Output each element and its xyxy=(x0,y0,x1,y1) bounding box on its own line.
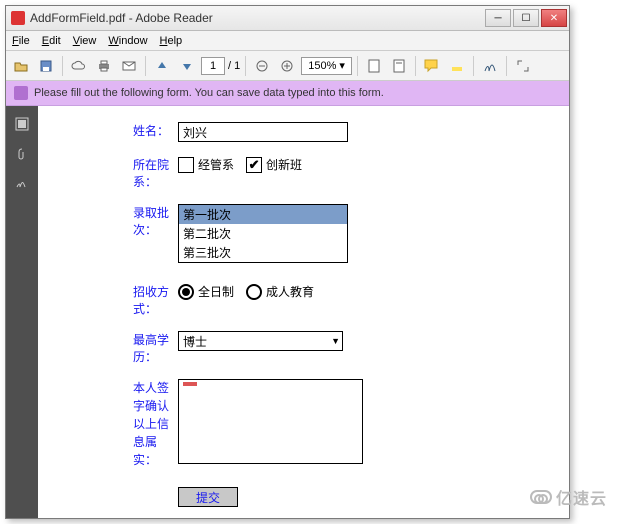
page-number-input[interactable] xyxy=(201,57,225,75)
signatures-icon[interactable] xyxy=(14,176,30,192)
sign-icon[interactable] xyxy=(479,55,501,77)
app-icon xyxy=(11,11,25,25)
dept-checkbox-1[interactable]: 经管系 xyxy=(178,156,234,173)
sidebar xyxy=(6,106,38,518)
zoom-in-icon[interactable] xyxy=(276,55,298,77)
menu-file[interactable]: File xyxy=(12,35,30,47)
highlight-icon[interactable] xyxy=(446,55,468,77)
mode-radio-2[interactable]: 成人教育 xyxy=(246,283,314,300)
comment-icon[interactable] xyxy=(421,55,443,77)
edu-label: 最高学历： xyxy=(38,331,178,365)
menu-window[interactable]: Window xyxy=(108,35,147,47)
cloud-icon[interactable] xyxy=(68,55,90,77)
zoom-select[interactable]: 150% ▾ xyxy=(301,57,352,75)
tool-icon-1[interactable] xyxy=(363,55,385,77)
batch-label: 录取批次： xyxy=(38,204,178,238)
close-button[interactable]: ✕ xyxy=(541,9,567,27)
menu-view[interactable]: View xyxy=(73,35,97,47)
caret-icon xyxy=(183,382,197,386)
page-up-icon[interactable] xyxy=(151,55,173,77)
dept-label: 所在院系： xyxy=(38,156,178,190)
chevron-down-icon: ▼ xyxy=(331,336,340,346)
submit-button[interactable]: 提交 xyxy=(178,487,238,507)
menubar: File Edit View Window Help xyxy=(6,31,569,51)
mode-radio-1[interactable]: 全日制 xyxy=(178,283,234,300)
edu-dropdown[interactable]: 博士▼ xyxy=(178,331,343,351)
name-input[interactable] xyxy=(178,122,348,142)
save-icon[interactable] xyxy=(35,55,57,77)
window-title: AddFormField.pdf - Adobe Reader xyxy=(30,11,485,25)
notice-icon xyxy=(14,86,28,100)
tool-icon-2[interactable] xyxy=(388,55,410,77)
menu-edit[interactable]: Edit xyxy=(42,35,61,47)
mode-label: 招收方式： xyxy=(38,283,178,317)
open-icon[interactable] xyxy=(10,55,32,77)
menu-help[interactable]: Help xyxy=(160,35,183,47)
name-label: 姓名： xyxy=(38,122,178,139)
maximize-button[interactable]: ☐ xyxy=(513,9,539,27)
page-total: / 1 xyxy=(228,60,240,72)
batch-listbox[interactable]: 第一批次 第二批次 第三批次 xyxy=(178,204,348,263)
batch-option-3[interactable]: 第三批次 xyxy=(179,243,347,262)
pdf-page: 姓名： 所在院系： 经管系 ✔创新班 录取批次： 第一批次 第二批次 xyxy=(38,106,569,518)
toolbar: / 1 150% ▾ xyxy=(6,51,569,81)
page-down-icon[interactable] xyxy=(176,55,198,77)
attachments-icon[interactable] xyxy=(14,146,30,162)
minimize-button[interactable]: ─ xyxy=(485,9,511,27)
print-icon[interactable] xyxy=(93,55,115,77)
thumbnails-icon[interactable] xyxy=(14,116,30,132)
app-window: AddFormField.pdf - Adobe Reader ─ ☐ ✕ Fi… xyxy=(5,5,570,519)
expand-icon[interactable] xyxy=(512,55,534,77)
notice-text: Please fill out the following form. You … xyxy=(34,87,384,99)
titlebar: AddFormField.pdf - Adobe Reader ─ ☐ ✕ xyxy=(6,6,569,31)
mail-icon[interactable] xyxy=(118,55,140,77)
watermark-logo-icon xyxy=(530,490,552,504)
confirm-textarea[interactable] xyxy=(178,379,363,464)
watermark: 亿速云 xyxy=(530,485,607,509)
dept-checkbox-2[interactable]: ✔创新班 xyxy=(246,156,302,173)
confirm-label: 本人签字确认以上信息属实： xyxy=(38,379,178,469)
batch-option-2[interactable]: 第二批次 xyxy=(179,224,347,243)
zoom-out-icon[interactable] xyxy=(251,55,273,77)
form-notice: Please fill out the following form. You … xyxy=(6,81,569,106)
batch-option-1[interactable]: 第一批次 xyxy=(179,205,347,224)
